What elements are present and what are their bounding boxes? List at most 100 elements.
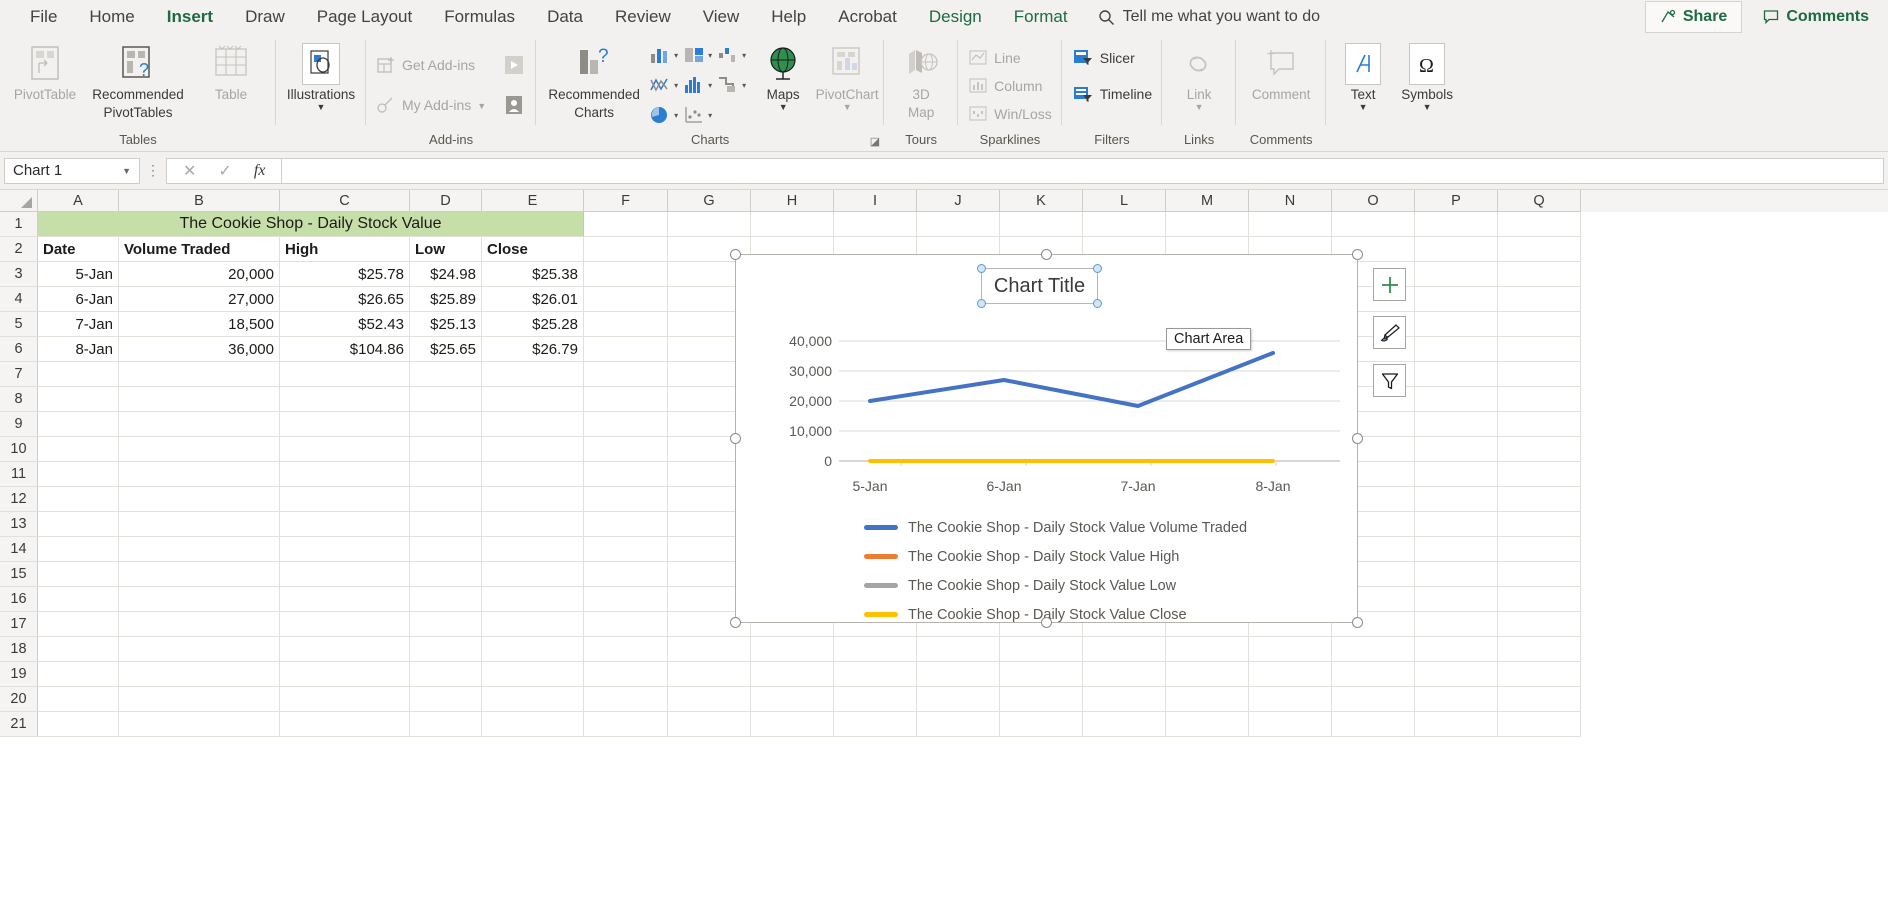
cell-N1[interactable] <box>1249 212 1332 237</box>
row-header-20[interactable]: 20 <box>0 687 38 712</box>
cell-I21[interactable] <box>834 712 917 737</box>
addins-store-button[interactable] <box>498 51 530 79</box>
cell-Q4[interactable] <box>1498 287 1581 312</box>
cell-Q18[interactable] <box>1498 637 1581 662</box>
name-box[interactable]: Chart 1 ▼ <box>4 157 140 184</box>
tell-me-search[interactable]: Tell me what you want to do <box>1098 8 1320 26</box>
cell-J19[interactable] <box>917 662 1000 687</box>
cell-Q21[interactable] <box>1498 712 1581 737</box>
cell-P8[interactable] <box>1415 387 1498 412</box>
chart-handle-ne[interactable] <box>1352 249 1363 260</box>
chart-title[interactable]: Chart Title <box>977 264 1102 308</box>
cell-F16[interactable] <box>584 587 668 612</box>
cell-P3[interactable] <box>1415 262 1498 287</box>
column-header-L[interactable]: L <box>1083 190 1166 212</box>
chart-styles-button[interactable] <box>1373 316 1406 349</box>
cell-A19[interactable] <box>38 662 119 687</box>
cell-A14[interactable] <box>38 537 119 562</box>
cell-K20[interactable] <box>1000 687 1083 712</box>
chart-handle-nw[interactable] <box>730 249 741 260</box>
cell-A15[interactable] <box>38 562 119 587</box>
pivotchart-chevron-down-icon[interactable]: ▼ <box>843 102 852 111</box>
cell-C17[interactable] <box>280 612 410 637</box>
cell-E12[interactable] <box>482 487 584 512</box>
cell-Q17[interactable] <box>1498 612 1581 637</box>
timeline-button[interactable]: Timeline <box>1068 80 1156 108</box>
cell-F14[interactable] <box>584 537 668 562</box>
cell-B13[interactable] <box>119 512 280 537</box>
cell-D12[interactable] <box>410 487 482 512</box>
cell-F3[interactable] <box>584 262 668 287</box>
cell-F4[interactable] <box>584 287 668 312</box>
row-header-5[interactable]: 5 <box>0 312 38 337</box>
pivottable-button[interactable]: PivotTable <box>6 40 84 106</box>
cell-G20[interactable] <box>668 687 751 712</box>
row-header-11[interactable]: 11 <box>0 462 38 487</box>
cell-B2-header-volume[interactable]: Volume Traded <box>119 237 280 262</box>
cell-H1[interactable] <box>751 212 834 237</box>
cell-C9[interactable] <box>280 412 410 437</box>
row-header-9[interactable]: 9 <box>0 412 38 437</box>
cell-E20[interactable] <box>482 687 584 712</box>
column-header-B[interactable]: B <box>119 190 280 212</box>
cell-C19[interactable] <box>280 662 410 687</box>
cell-E2-header-close[interactable]: Close <box>482 237 584 262</box>
cell-P14[interactable] <box>1415 537 1498 562</box>
cell-B17[interactable] <box>119 612 280 637</box>
chart-title-handle-sw[interactable] <box>977 299 986 308</box>
tab-formulas[interactable]: Formulas <box>428 3 531 31</box>
cell-C10[interactable] <box>280 437 410 462</box>
cell-F18[interactable] <box>584 637 668 662</box>
share-button[interactable]: Share <box>1644 1 1743 33</box>
tab-page-layout[interactable]: Page Layout <box>301 3 428 31</box>
cell-Q6[interactable] <box>1498 337 1581 362</box>
cell-C3[interactable]: $25.78 <box>280 262 410 287</box>
column-header-O[interactable]: O <box>1332 190 1415 212</box>
cell-D14[interactable] <box>410 537 482 562</box>
cell-B20[interactable] <box>119 687 280 712</box>
cell-L19[interactable] <box>1083 662 1166 687</box>
cell-I20[interactable] <box>834 687 917 712</box>
cell-C14[interactable] <box>280 537 410 562</box>
cell-Q12[interactable] <box>1498 487 1581 512</box>
cell-E7[interactable] <box>482 362 584 387</box>
column-header-A[interactable]: A <box>38 190 119 212</box>
tab-data[interactable]: Data <box>531 3 599 31</box>
chart-legend[interactable]: The Cookie Shop - Daily Stock Value Volu… <box>864 513 1247 629</box>
cell-F21[interactable] <box>584 712 668 737</box>
cancel-formula-icon[interactable]: ✕ <box>183 161 196 181</box>
cell-Q13[interactable] <box>1498 512 1581 537</box>
cell-C11[interactable] <box>280 462 410 487</box>
cell-E8[interactable] <box>482 387 584 412</box>
row-header-7[interactable]: 7 <box>0 362 38 387</box>
cell-A4[interactable]: 6-Jan <box>38 287 119 312</box>
cell-Q14[interactable] <box>1498 537 1581 562</box>
cell-P20[interactable] <box>1415 687 1498 712</box>
chart-title-handle-ne[interactable] <box>1093 264 1102 273</box>
cell-E21[interactable] <box>482 712 584 737</box>
stock-chart-button[interactable]: ▾ <box>716 74 750 96</box>
cell-B19[interactable] <box>119 662 280 687</box>
cell-H18[interactable] <box>751 637 834 662</box>
cell-D15[interactable] <box>410 562 482 587</box>
my-addins-chevron-down-icon[interactable]: ▼ <box>477 101 486 110</box>
cell-B3[interactable]: 20,000 <box>119 262 280 287</box>
cell-C8[interactable] <box>280 387 410 412</box>
chart-handle-n[interactable] <box>1041 249 1052 260</box>
tab-view[interactable]: View <box>687 3 756 31</box>
cell-P12[interactable] <box>1415 487 1498 512</box>
histogram-chart-button[interactable]: ▾ <box>682 74 716 96</box>
cell-K21[interactable] <box>1000 712 1083 737</box>
cell-E15[interactable] <box>482 562 584 587</box>
row-header-10[interactable]: 10 <box>0 437 38 462</box>
cell-J1[interactable] <box>917 212 1000 237</box>
row-header-4[interactable]: 4 <box>0 287 38 312</box>
select-all-corner[interactable] <box>0 190 38 212</box>
cell-E9[interactable] <box>482 412 584 437</box>
cell-C5[interactable]: $52.43 <box>280 312 410 337</box>
cell-L20[interactable] <box>1083 687 1166 712</box>
table-button[interactable]: Table <box>192 40 270 106</box>
tab-draw[interactable]: Draw <box>229 3 301 31</box>
column-header-Q[interactable]: Q <box>1498 190 1581 212</box>
cell-G21[interactable] <box>668 712 751 737</box>
